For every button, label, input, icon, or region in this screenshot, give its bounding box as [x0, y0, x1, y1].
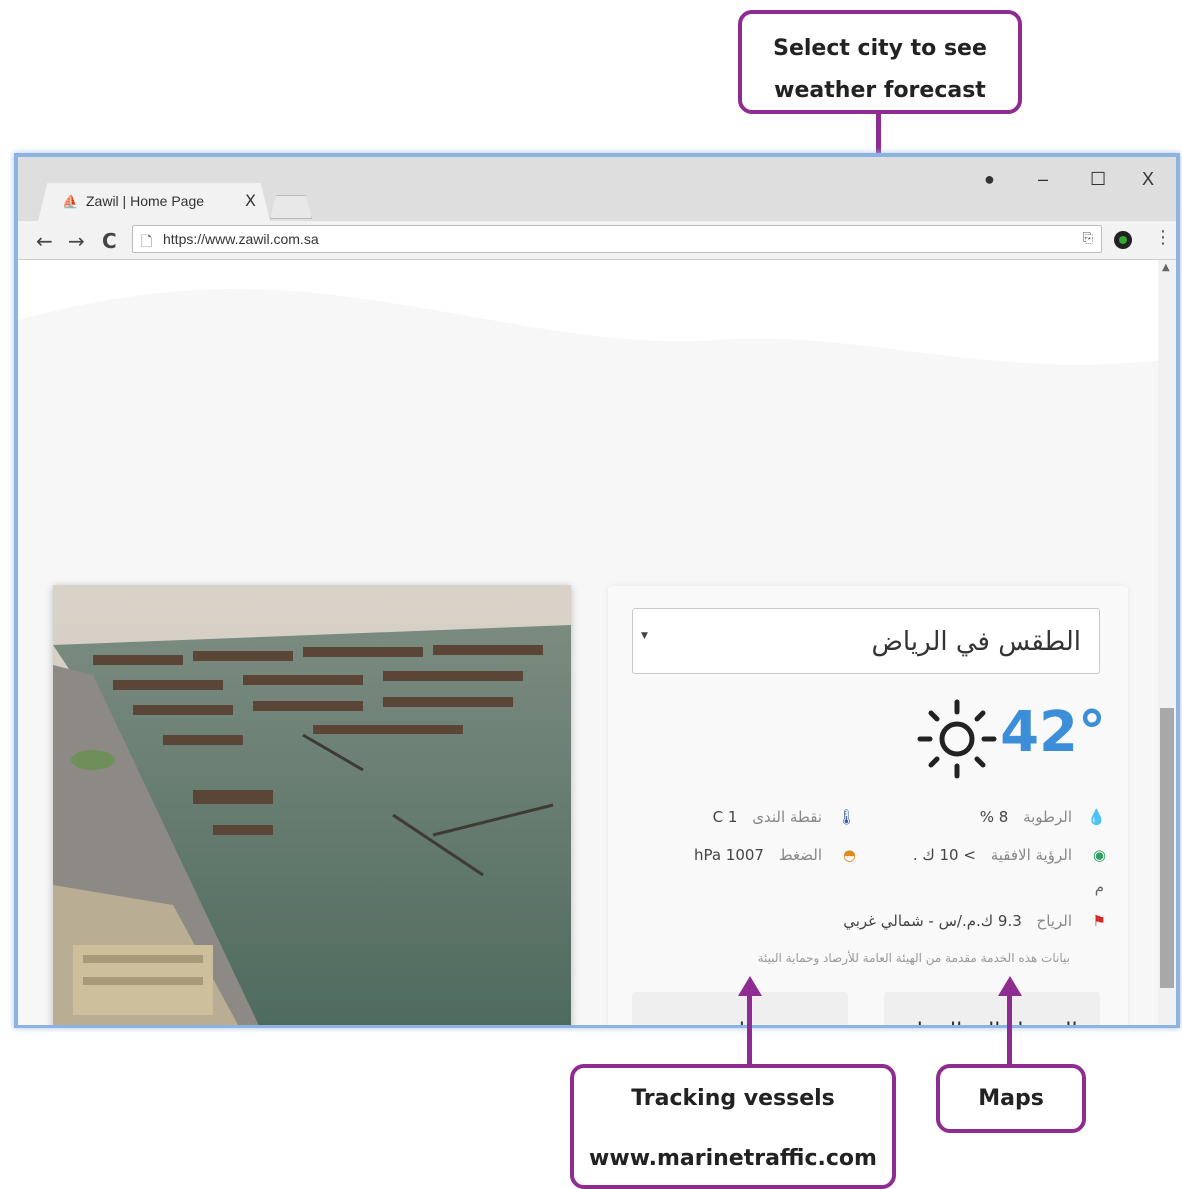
vertical-scrollbar[interactable]: ▲: [1158, 260, 1176, 1025]
visibility-label: الرؤية الافقية: [990, 846, 1072, 864]
chevron-down-icon: ▼: [641, 631, 648, 641]
wind-flag-icon: ⚑: [1092, 912, 1106, 930]
temperature-value: 42°: [1000, 700, 1106, 765]
visibility-value: > 10 ك .: [912, 846, 976, 864]
profile-icon[interactable]: ●: [984, 169, 995, 190]
browser-toolbar: ← → C 🗋 https://www.zawil.com.sa ⎘ ⋮: [18, 221, 1176, 260]
city-select-value: الطقس في الرياض: [871, 627, 1082, 657]
port-access-button[interactable]: الوصول إلى الميناء: [884, 992, 1100, 1025]
reload-icon[interactable]: C: [102, 229, 117, 253]
callout-line: Maps: [978, 1086, 1044, 1111]
tracking-vessels-callout: Tracking vessels www.marinetraffic.com: [570, 1064, 896, 1189]
city-select-dropdown[interactable]: الطقس في الرياض ▼: [632, 608, 1100, 674]
extension-icon[interactable]: [1114, 231, 1132, 249]
humidity-value: 8 %: [979, 808, 1009, 826]
wind-value: 9.3 ك.م./س - شمالي غربي: [843, 912, 1022, 930]
wind-stat: الرياح 9.3 ك.م./س - شمالي غربي: [843, 912, 1072, 930]
humidity-label: الرطوبة: [1023, 808, 1072, 826]
tab-close-icon[interactable]: X: [245, 191, 256, 210]
pressure-stat: الضغط 1007 hPa: [694, 846, 822, 864]
callout-arrow: [1007, 994, 1012, 1066]
dewpoint-value: 1 C: [712, 808, 738, 826]
thermometer-icon: 🌡: [836, 808, 856, 826]
url-text[interactable]: https://www.zawil.com.sa: [163, 231, 319, 247]
browser-tab[interactable]: ⛵ Zawil | Home Page X: [38, 183, 270, 221]
pressure-value: 1007 hPa: [693, 846, 764, 864]
weather-card: الطقس في الرياض ▼ 42° 💧 الرطوبة 8 % ◉ ال…: [608, 586, 1128, 1025]
browser-window: ⛵ Zawil | Home Page X ● – ☐ X ← → C 🗋 ht…: [14, 153, 1180, 1028]
translate-icon[interactable]: ⎘: [1083, 231, 1093, 246]
data-source-note: بيانات هذه الخدمة مقدمة من الهيئة العامة…: [757, 951, 1070, 965]
callout-arrow: [747, 994, 752, 1066]
humidity-icon: 💧: [1087, 808, 1106, 826]
callout-line: weather forecast: [774, 78, 986, 103]
callout-line: www.marinetraffic.com: [589, 1146, 877, 1171]
harbor-photo: [53, 585, 571, 1025]
scroll-thumb[interactable]: [1160, 708, 1174, 988]
callout-arrowhead: [738, 976, 762, 996]
page-icon: 🗋: [141, 234, 153, 250]
scroll-up-icon[interactable]: ▲: [1162, 262, 1170, 273]
callout-line: Select city to see: [773, 36, 987, 61]
visibility-stat: الرؤية الافقية > 10 ك .: [913, 846, 1072, 864]
gauge-icon: ◓: [842, 846, 856, 864]
title-bar: ⛵ Zawil | Home Page X ● – ☐ X: [18, 157, 1176, 221]
callout-line: Tracking vessels: [631, 1086, 835, 1111]
callout-arrowhead: [998, 976, 1022, 996]
maximize-button[interactable]: ☐: [1090, 169, 1106, 190]
humidity-stat: الرطوبة 8 %: [980, 808, 1072, 826]
dewpoint-stat: نقطة الندى 1 C: [713, 808, 822, 826]
dewpoint-label: نقطة الندى: [752, 808, 822, 826]
eye-icon: ◉: [1092, 846, 1106, 864]
track-ships-button[interactable]: تتبع السفن: [632, 992, 848, 1025]
forward-arrow-icon[interactable]: →: [68, 229, 85, 253]
minimize-button[interactable]: –: [1038, 169, 1048, 190]
weather-forecast-callout: Select city to see weather forecast: [738, 10, 1022, 114]
page-viewport: الطقس في الرياض ▼ 42° 💧 الرطوبة 8 % ◉ ال…: [18, 260, 1162, 1025]
back-arrow-icon[interactable]: ←: [36, 229, 53, 253]
header-wave: [18, 260, 1162, 365]
tab-title: Zawil | Home Page: [86, 193, 205, 209]
wind-label: الرياح: [1036, 912, 1072, 930]
new-tab-button[interactable]: [270, 195, 312, 219]
menu-icon[interactable]: ⋮: [1154, 227, 1172, 248]
maps-callout: Maps: [936, 1064, 1086, 1133]
pressure-label: الضغط: [778, 846, 822, 864]
favicon-icon: ⛵: [62, 195, 79, 210]
close-button[interactable]: X: [1142, 169, 1154, 190]
address-bar[interactable]: 🗋 https://www.zawil.com.sa ⎘: [132, 225, 1102, 253]
sun-icon: [917, 699, 997, 779]
visibility-unit: م: [1094, 878, 1104, 896]
